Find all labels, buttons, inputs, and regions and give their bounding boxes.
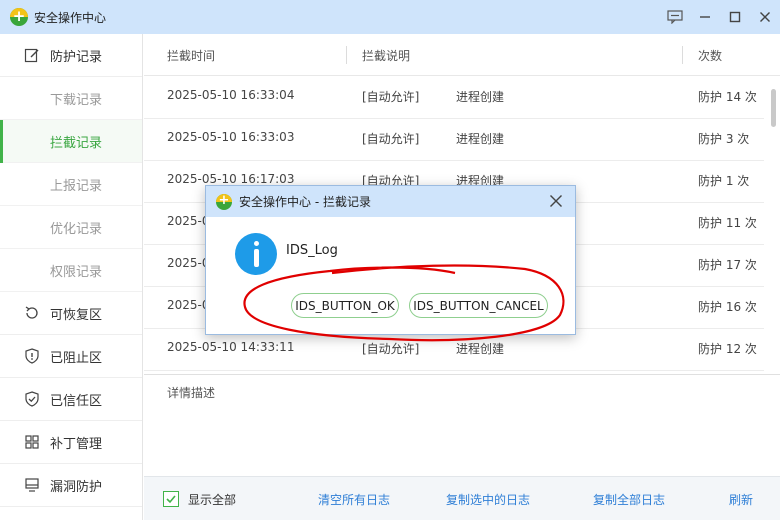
refresh-link[interactable]: 刷新	[729, 491, 753, 508]
sidebar-item-vuln-protect[interactable]: 漏洞防护	[0, 464, 142, 507]
feedback-button[interactable]	[660, 0, 690, 34]
cell-time: 2025-05-10 16:33:03	[167, 130, 295, 144]
cancel-button[interactable]: IDS_BUTTON_CANCEL	[409, 293, 548, 318]
ok-button[interactable]: IDS_BUTTON_OK	[291, 293, 399, 318]
show-all-label[interactable]: 显示全部	[188, 491, 236, 508]
app-logo-icon	[10, 8, 28, 26]
copy-all-logs-link[interactable]: 复制全部日志	[593, 491, 665, 508]
show-all-checkbox[interactable]	[163, 491, 179, 507]
cell-tag: [自动允许]	[362, 342, 420, 356]
dialog-title: 安全操作中心 - 拦截记录	[239, 195, 371, 209]
column-header-time[interactable]: 拦截时间	[167, 47, 215, 64]
table-header: 拦截时间 拦截说明 次数	[144, 34, 780, 76]
sidebar-item-report-log[interactable]: 上报记录	[0, 163, 142, 206]
table-row[interactable]: 2025-05-10 16:33:04 [自动允许] 进程创建 防护 14 次	[144, 77, 764, 119]
shield-check-icon	[23, 390, 41, 408]
window-title: 安全操作中心	[34, 10, 107, 25]
cell-count: 防护 17 次	[698, 258, 757, 272]
cell-tag: [自动允许]	[362, 132, 420, 146]
sidebar-item-label: 已阻止区	[50, 350, 103, 366]
window-titlebar: 安全操作中心	[0, 0, 780, 34]
restore-icon	[23, 304, 41, 322]
cell-time: 2025-0	[167, 298, 210, 312]
clear-all-logs-link[interactable]: 清空所有日志	[318, 491, 390, 508]
sidebar-item-download-log[interactable]: 下载记录	[0, 77, 142, 120]
sidebar-item-patch-manage[interactable]: 补丁管理	[0, 421, 142, 464]
sidebar-item-intercept-log[interactable]: 拦截记录	[0, 119, 142, 163]
feedback-icon	[667, 10, 683, 24]
sidebar-item-label: 权限记录	[50, 264, 103, 280]
sidebar-item-trusted[interactable]: 已信任区	[0, 378, 142, 421]
sidebar-item-permission-log[interactable]: 权限记录	[0, 249, 142, 292]
sidebar-item-label: 拦截记录	[50, 135, 103, 151]
cell-count: 防护 3 次	[698, 132, 750, 146]
close-icon	[760, 12, 770, 22]
check-icon	[166, 495, 176, 504]
cell-time: 2025-05-10 16:17:03	[167, 172, 295, 186]
edit-icon	[23, 46, 41, 64]
sidebar: 防护记录 下载记录 拦截记录 上报记录 优化记录 权限记录 可恢复区 已阻止区 …	[0, 34, 143, 520]
shield-alert-icon	[23, 347, 41, 365]
info-icon	[235, 233, 277, 275]
grid-icon	[23, 433, 41, 451]
sidebar-item-optimize-log[interactable]: 优化记录	[0, 206, 142, 249]
column-divider[interactable]	[682, 46, 683, 64]
sidebar-item-label: 上报记录	[50, 178, 103, 194]
column-divider[interactable]	[346, 46, 347, 64]
table-row[interactable]: 2025-05-10 16:33:03 [自动允许] 进程创建 防护 3 次	[144, 119, 764, 161]
sidebar-item-label: 可恢复区	[50, 307, 103, 323]
cell-count: 防护 12 次	[698, 342, 757, 356]
close-button[interactable]	[750, 0, 780, 34]
monitor-icon	[23, 476, 41, 494]
sidebar-item-label: 补丁管理	[50, 436, 103, 452]
cell-count: 防护 14 次	[698, 90, 757, 104]
cell-desc: 进程创建	[456, 132, 505, 146]
dialog-message: IDS_Log	[286, 243, 338, 258]
minimize-icon	[700, 16, 710, 18]
maximize-button[interactable]	[720, 0, 750, 34]
sidebar-item-label: 已信任区	[50, 393, 103, 409]
sidebar-item-protection-log[interactable]: 防护记录	[0, 34, 142, 77]
cell-tag: [自动允许]	[362, 90, 420, 104]
maximize-icon	[729, 11, 741, 23]
details-panel: 详情描述	[144, 374, 780, 476]
cell-count: 防护 16 次	[698, 300, 757, 314]
details-label: 详情描述	[167, 386, 216, 400]
sidebar-item-recoverable[interactable]: 可恢复区	[0, 292, 142, 335]
cell-count: 防护 1 次	[698, 174, 750, 188]
cell-count: 防护 11 次	[698, 216, 757, 230]
sidebar-item-blocked[interactable]: 已阻止区	[0, 335, 142, 378]
footer-bar: 显示全部 清空所有日志 复制选中的日志 复制全部日志 刷新	[144, 476, 780, 520]
sidebar-item-label: 优化记录	[50, 221, 103, 237]
app-logo-icon	[216, 193, 232, 210]
sidebar-item-label: 下载记录	[50, 92, 103, 108]
cell-time: 2025-0	[167, 214, 210, 228]
cell-time: 2025-05-10 16:33:04	[167, 88, 295, 102]
sidebar-item-label: 漏洞防护	[50, 479, 103, 495]
table-row[interactable]: 2025-05-10 14:33:11 [自动允许] 进程创建 防护 12 次	[144, 329, 764, 371]
column-header-count[interactable]: 次数	[698, 47, 722, 64]
table-scrollbar[interactable]	[767, 77, 780, 373]
intercept-dialog: 安全操作中心 - 拦截记录 IDS_Log IDS_BUTTON_OK IDS_…	[205, 185, 576, 335]
window-controls	[660, 0, 780, 34]
cell-time: 2025-0	[167, 256, 210, 270]
column-header-description[interactable]: 拦截说明	[362, 47, 410, 64]
cell-time: 2025-05-10 14:33:11	[167, 340, 295, 354]
dialog-titlebar: 安全操作中心 - 拦截记录	[206, 186, 575, 217]
sidebar-item-label: 防护记录	[50, 49, 103, 65]
minimize-button[interactable]	[690, 0, 720, 34]
cell-desc: 进程创建	[456, 90, 505, 104]
dialog-close-icon[interactable]	[549, 194, 563, 208]
cell-desc: 进程创建	[456, 342, 505, 356]
copy-selected-logs-link[interactable]: 复制选中的日志	[446, 491, 530, 508]
scrollbar-thumb[interactable]	[771, 89, 776, 127]
